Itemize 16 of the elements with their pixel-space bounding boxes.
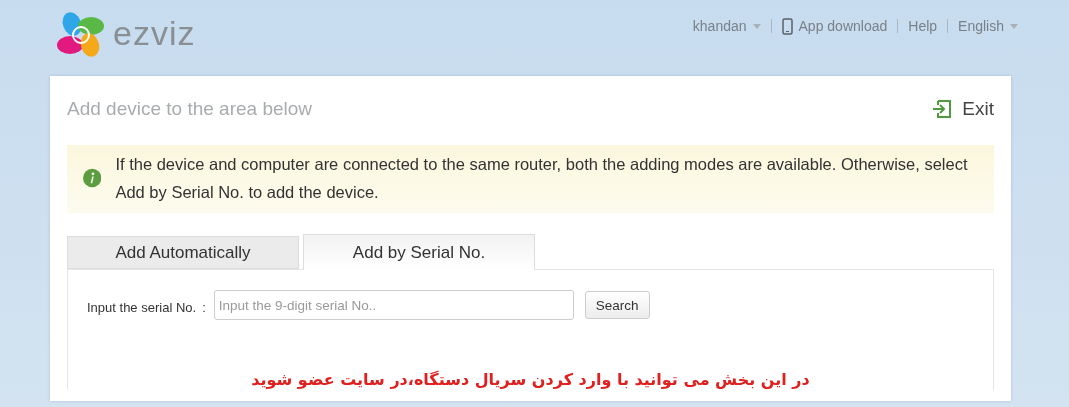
info-icon	[83, 166, 102, 190]
logo-text: ezviz	[113, 13, 196, 53]
field-label: Input the serial No.	[87, 299, 197, 315]
separator-text: :	[202, 299, 206, 315]
serial-input-field[interactable]: Input the 9-digit serial No..	[213, 290, 574, 320]
tab[interactable]: Add by Serial No.	[303, 234, 535, 270]
phone-icon	[781, 17, 793, 35]
page-title: Add device to the area below	[67, 98, 313, 120]
search-button[interactable]: Search	[584, 291, 650, 319]
exit-button[interactable]: Exit	[932, 98, 994, 120]
note-text: در این بخش می توانید با وارد کردن سریال دستگاه،در سایت عضو شوید	[250, 370, 811, 389]
caret-icon	[752, 23, 761, 29]
exit-icon	[932, 100, 953, 118]
caret-icon	[1010, 23, 1018, 29]
notice-text: If the device and computer are connected to the same router, both the adding modes are available. Otherwise, select Add by Serial No. to add the device.	[115, 154, 969, 203]
tab[interactable]: Add Automatically	[67, 236, 299, 269]
